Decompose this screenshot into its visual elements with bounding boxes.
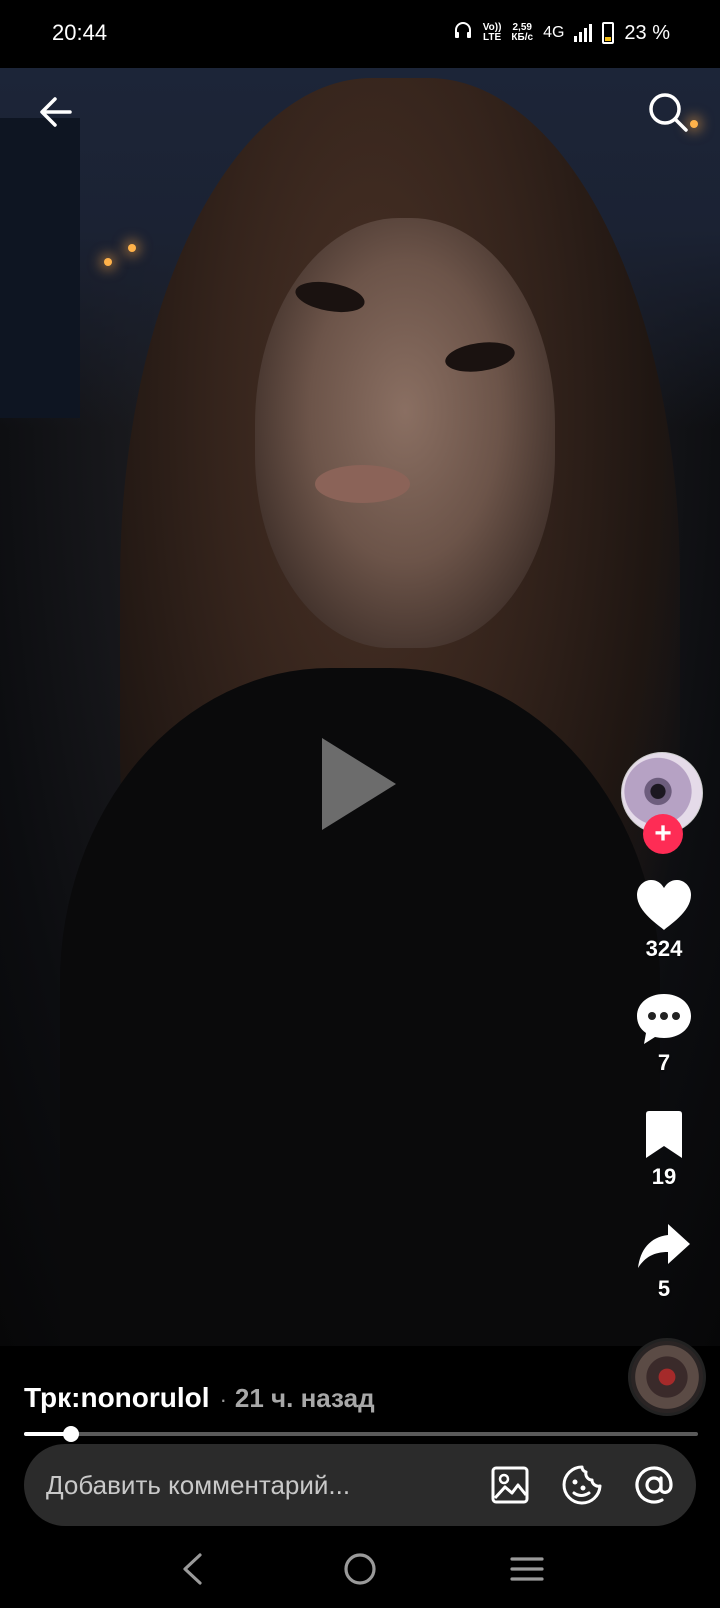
video-subject-face — [255, 218, 555, 648]
heart-icon — [637, 880, 691, 930]
video-subject-lips — [315, 465, 410, 503]
like-button[interactable]: 324 — [616, 878, 712, 962]
author-name[interactable]: Трк:nonorulol — [24, 1382, 210, 1414]
comment-button[interactable]: 7 — [616, 992, 712, 1076]
chevron-left-icon — [183, 1553, 202, 1585]
share-count: 5 — [657, 1276, 671, 1301]
nav-home-button[interactable] — [335, 1544, 385, 1594]
creator-avatar-wrap[interactable]: + — [621, 752, 703, 854]
nav-back-button[interactable] — [168, 1544, 218, 1594]
status-time: 20:44 — [52, 20, 108, 45]
comment-icon — [637, 994, 691, 1044]
play-icon[interactable] — [322, 738, 396, 830]
status-icons: Vo)) LTE 2,59 КБ/с 4G 23 % — [453, 20, 670, 46]
back-button[interactable] — [28, 84, 84, 140]
like-count: 324 — [645, 936, 683, 961]
comment-bar — [24, 1444, 696, 1526]
share-icon — [638, 1224, 690, 1268]
emoji-icon[interactable] — [560, 1463, 604, 1507]
video-building — [0, 118, 80, 418]
follow-button[interactable]: + — [643, 814, 683, 854]
caption-separator: · — [219, 1387, 227, 1412]
system-nav-bar — [0, 1530, 720, 1608]
back-arrow-icon — [40, 97, 72, 127]
video-player[interactable] — [0, 68, 720, 1346]
bookmark-icon — [646, 1111, 682, 1158]
video-progress-bar[interactable] — [24, 1426, 698, 1442]
search-icon — [649, 93, 688, 132]
street-light — [128, 244, 136, 252]
volte-indicator: Vo)) LTE — [482, 22, 502, 43]
share-button[interactable]: 5 — [616, 1222, 712, 1302]
progress-knob[interactable] — [63, 1426, 80, 1442]
video-caption: Трк:nonorulol · 21 ч. назад — [24, 1382, 375, 1414]
image-icon[interactable] — [488, 1463, 532, 1507]
network-type: 4G — [543, 24, 565, 41]
comment-input[interactable] — [46, 1469, 460, 1501]
bookmark-count: 19 — [651, 1164, 677, 1189]
signal-icon — [574, 24, 593, 42]
plus-icon: + — [654, 817, 672, 850]
battery-percent: 23 % — [624, 21, 670, 44]
mention-icon[interactable] — [632, 1463, 676, 1507]
bookmark-button[interactable]: 19 — [616, 1110, 712, 1190]
home-circle-icon — [344, 1553, 376, 1585]
post-time: 21 ч. назад — [234, 1383, 375, 1413]
battery-icon — [602, 22, 615, 44]
menu-lines-icon — [510, 1557, 544, 1581]
headphones-icon — [453, 20, 473, 46]
comment-count: 7 — [657, 1050, 671, 1075]
status-bar: 20:44 Vo)) LTE 2,59 КБ/с 4G 23 % — [0, 0, 720, 68]
music-disc[interactable] — [628, 1338, 706, 1416]
street-light — [104, 258, 112, 266]
search-button[interactable] — [640, 84, 696, 140]
network-speed: 2,59 КБ/с — [511, 22, 534, 43]
nav-recents-button[interactable] — [502, 1544, 552, 1594]
